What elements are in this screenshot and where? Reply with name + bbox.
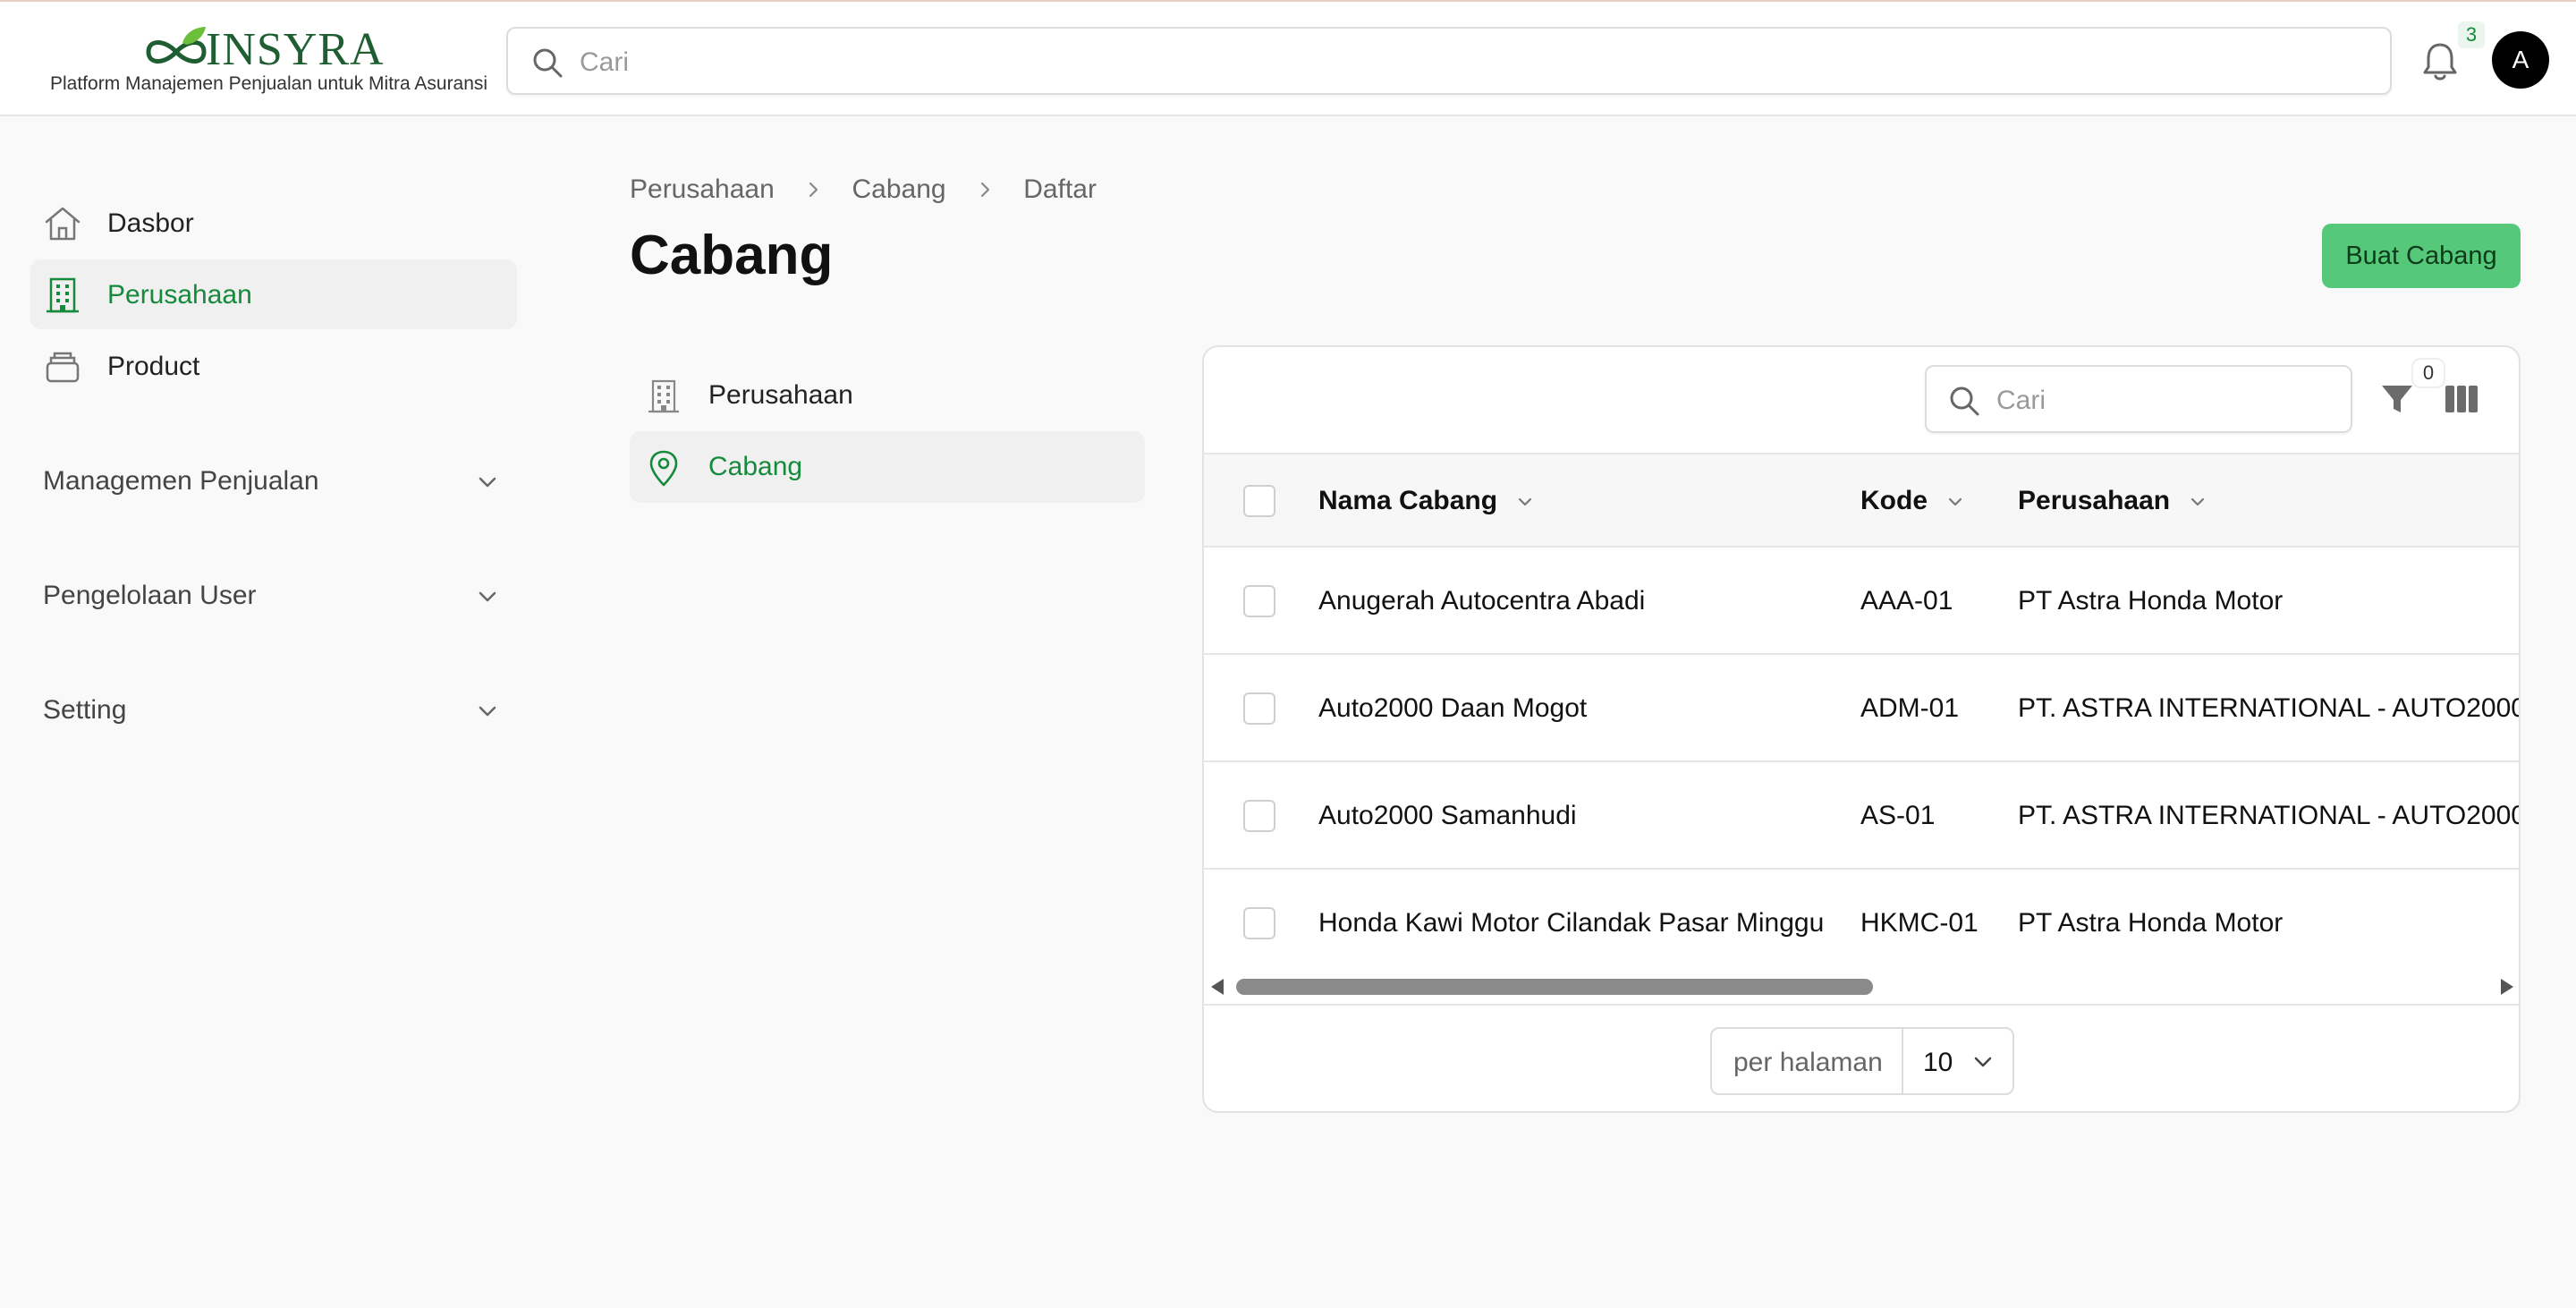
chevron-down-icon — [479, 706, 496, 717]
home-icon — [45, 207, 80, 241]
cell-nama-cabang: Auto2000 Samanhudi — [1318, 801, 1577, 830]
avatar[interactable]: A — [2492, 31, 2549, 89]
create-branch-button[interactable]: Buat Cabang — [2322, 224, 2521, 288]
chevron-down-icon — [479, 477, 496, 488]
cell-nama-cabang: Auto2000 Daan Mogot — [1318, 693, 1588, 723]
select-all-checkbox[interactable] — [1243, 485, 1275, 517]
filter-count-badge: 0 — [2413, 360, 2444, 386]
table-row[interactable]: Anugerah Autocentra Abadi AAA-01 PT Astr… — [1204, 548, 2519, 655]
infinity-leaf-icon — [146, 27, 207, 64]
brand-name: INSYRA — [206, 24, 385, 75]
sidebar-item-perusahaan[interactable]: Perusahaan — [30, 259, 517, 329]
subnav-item-label: Cabang — [708, 452, 803, 481]
column-header-label: Perusahaan — [2018, 486, 2171, 515]
cell-kode: HKMC-01 — [1860, 908, 1979, 938]
sidebar-group-label: Setting — [43, 695, 127, 725]
sidebar-group-setting[interactable]: Setting — [43, 689, 499, 734]
column-header-nama-cabang[interactable]: Nama Cabang — [1318, 485, 1535, 517]
table-header: Nama Cabang Kode Perusahaan — [1204, 453, 2519, 548]
brand-logo[interactable]: INSYRA Platform Manajemen Penjualan untu… — [45, 23, 487, 98]
cell-perusahaan: PT Astra Honda Motor — [2018, 908, 2284, 938]
sidebar-group-managemen-penjualan[interactable]: Managemen Penjualan — [43, 460, 499, 505]
chevron-down-icon — [2191, 497, 2205, 506]
search-placeholder: Cari — [580, 47, 630, 77]
column-header-label: Kode — [1860, 486, 1928, 515]
breadcrumb-item-daftar: Daftar — [1023, 174, 1097, 205]
column-header-label: Nama Cabang — [1318, 486, 1498, 515]
subnav-item-cabang[interactable]: Cabang — [630, 431, 1145, 503]
sidebar-item-label: Product — [107, 352, 200, 381]
per-page-label: per halaman — [1733, 1048, 1883, 1077]
cell-nama-cabang: Anugerah Autocentra Abadi — [1318, 586, 1646, 616]
sidebar-item-label: Dasbor — [107, 208, 194, 238]
column-header-kode[interactable]: Kode — [1860, 485, 1965, 517]
cell-perusahaan: PT. ASTRA INTERNATIONAL - AUTO2000 — [2018, 801, 2521, 830]
chevron-down-icon — [1519, 497, 1532, 506]
per-page-select[interactable]: per halaman 10 — [1710, 1027, 2014, 1095]
row-checkbox[interactable] — [1243, 800, 1275, 832]
notification-badge: 3 — [2458, 21, 2485, 48]
cell-kode: AAA-01 — [1860, 586, 1953, 616]
row-checkbox[interactable] — [1243, 907, 1275, 939]
column-header-perusahaan[interactable]: Perusahaan — [2018, 485, 2207, 517]
sidebar-item-dasbor[interactable]: Dasbor — [30, 188, 517, 258]
chevron-right-icon — [809, 182, 818, 198]
brand-tagline: Platform Manajemen Penjualan untuk Mitra… — [50, 73, 488, 94]
table-row[interactable]: Auto2000 Daan Mogot ADM-01 PT. ASTRA INT… — [1204, 655, 2521, 762]
scroll-left-arrow-icon[interactable] — [1211, 979, 1224, 995]
per-page-value: 10 — [1923, 1048, 1953, 1077]
scrollbar-thumb[interactable] — [1236, 979, 1873, 995]
row-checkbox[interactable] — [1243, 692, 1275, 725]
breadcrumb-item-cabang[interactable]: Cabang — [852, 174, 945, 205]
chevron-right-icon — [980, 182, 990, 198]
archive-icon — [46, 352, 80, 383]
horizontal-scrollbar[interactable] — [1204, 975, 2519, 997]
chevron-down-icon — [1949, 497, 1962, 506]
cell-kode: ADM-01 — [1860, 693, 1960, 723]
search-icon — [533, 48, 563, 78]
sidebar-item-product[interactable]: Product — [30, 331, 517, 401]
building-icon — [47, 277, 79, 313]
filter-icon[interactable] — [2379, 381, 2415, 417]
top-header: INSYRA Platform Manajemen Penjualan untu… — [0, 2, 2576, 116]
subnav-item-perusahaan[interactable]: Perusahaan — [630, 360, 1145, 431]
cell-perusahaan: PT. ASTRA INTERNATIONAL - AUTO2000 — [2018, 693, 2521, 723]
chevron-down-icon — [479, 591, 496, 602]
sidebar-group-pengelolaan-user[interactable]: Pengelolaan User — [43, 574, 499, 619]
per-page-divider — [1902, 1029, 1903, 1093]
table-row[interactable]: Auto2000 Samanhudi AS-01 PT. ASTRA INTER… — [1204, 762, 2521, 870]
scroll-right-arrow-icon[interactable] — [2501, 979, 2513, 995]
table-footer: per halaman 10 — [1204, 1004, 2519, 1111]
bell-icon[interactable] — [2420, 39, 2460, 82]
branch-table-card: Cari 0 Nama Cabang Kode Perusahaan Anuge… — [1202, 345, 2521, 1113]
cell-nama-cabang: Honda Kawi Motor Cilandak Pasar Minggu — [1318, 908, 1825, 938]
sidebar-group-label: Managemen Penjualan — [43, 466, 319, 496]
columns-icon[interactable] — [2444, 383, 2479, 415]
table-search-placeholder: Cari — [1996, 386, 2046, 415]
search-icon — [1950, 386, 1979, 416]
page-title: Cabang — [630, 225, 834, 286]
sidebar-item-label: Perusahaan — [107, 280, 252, 310]
table-search-input[interactable]: Cari — [1925, 365, 2352, 433]
global-search[interactable]: Cari — [506, 27, 2392, 95]
building-icon — [648, 379, 679, 413]
row-checkbox[interactable] — [1243, 585, 1275, 617]
cell-perusahaan: PT Astra Honda Motor — [2018, 586, 2284, 616]
chevron-down-icon — [1974, 1057, 1992, 1067]
subnav-item-label: Perusahaan — [708, 380, 853, 410]
sidebar-group-label: Pengelolaan User — [43, 581, 257, 610]
map-pin-icon — [649, 450, 678, 487]
breadcrumb: Perusahaan Cabang Daftar — [630, 174, 1097, 209]
table-row[interactable]: Honda Kawi Motor Cilandak Pasar Minggu H… — [1204, 870, 2519, 977]
breadcrumb-item-perusahaan[interactable]: Perusahaan — [630, 174, 775, 205]
cell-kode: AS-01 — [1860, 801, 1936, 830]
